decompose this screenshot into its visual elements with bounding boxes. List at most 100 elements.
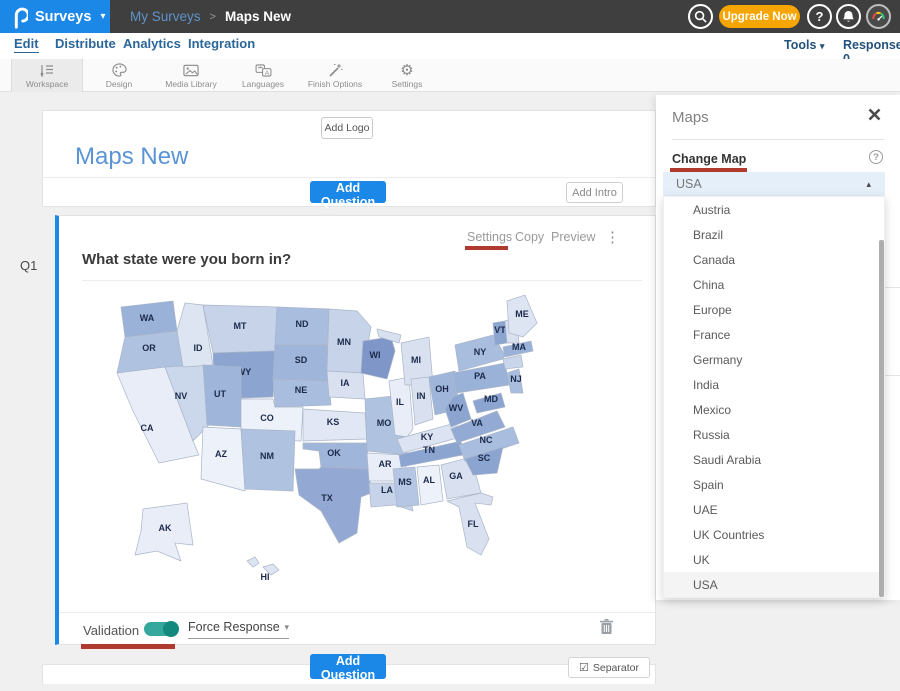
account-menu[interactable] bbox=[866, 4, 891, 29]
map-option-uae[interactable]: UAE bbox=[664, 497, 884, 522]
state-label-VA: VA bbox=[471, 418, 483, 428]
toolbar-item-media-library[interactable]: Media Library bbox=[155, 59, 227, 92]
state-HI bbox=[247, 557, 259, 567]
toolbar-item-design[interactable]: Design bbox=[83, 59, 155, 92]
toggle-knob bbox=[163, 621, 179, 637]
map-option-germany[interactable]: Germany bbox=[664, 347, 884, 372]
trash-icon bbox=[600, 619, 613, 635]
tab-integration[interactable]: Integration bbox=[188, 36, 255, 51]
force-response-dropdown[interactable]: Force Response ▾ bbox=[188, 620, 289, 639]
toolbar-item-settings[interactable]: ⚙ Settings bbox=[371, 59, 443, 92]
add-question-button-bottom[interactable]: Add Question bbox=[310, 654, 386, 679]
panel-divider bbox=[672, 139, 884, 140]
palette-icon bbox=[112, 63, 127, 78]
state-label-MA: MA bbox=[512, 342, 526, 352]
question-mark-icon: ? bbox=[816, 9, 824, 24]
map-option-europe[interactable]: Europe bbox=[664, 297, 884, 322]
breadcrumb-separator: > bbox=[210, 11, 216, 23]
bell-icon bbox=[842, 10, 855, 24]
change-map-help-button[interactable]: ? bbox=[869, 150, 883, 164]
product-name: Surveys bbox=[35, 9, 91, 25]
separator-button[interactable]: ☑ Separator bbox=[568, 657, 650, 678]
map-option-russia[interactable]: Russia bbox=[664, 422, 884, 447]
annotation-underline-settings bbox=[465, 246, 508, 250]
state-label-MO: MO bbox=[377, 418, 392, 428]
search-button[interactable] bbox=[688, 4, 713, 29]
dropdown-scrollbar[interactable] bbox=[879, 240, 884, 597]
editor-toolbar: Workspace Design Media Library A Languag… bbox=[0, 59, 900, 92]
breadcrumb-current: Maps New bbox=[225, 9, 291, 24]
chevron-up-icon: ▴ bbox=[866, 179, 871, 190]
state-label-NJ: NJ bbox=[510, 374, 522, 384]
help-button[interactable]: ? bbox=[807, 4, 832, 29]
state-label-OR: OR bbox=[142, 343, 156, 353]
tab-analytics[interactable]: Analytics bbox=[123, 36, 181, 51]
state-label-ND: ND bbox=[296, 319, 309, 329]
product-menu[interactable]: Surveys ▾ bbox=[0, 0, 110, 33]
state-TX bbox=[295, 467, 371, 543]
breadcrumb-my-surveys[interactable]: My Surveys bbox=[130, 9, 201, 24]
state-label-AR: AR bbox=[379, 459, 392, 469]
map-option-india[interactable]: India bbox=[664, 372, 884, 397]
state-label-NC: NC bbox=[480, 435, 493, 445]
state-AL bbox=[417, 465, 443, 505]
question-copy-link[interactable]: Copy bbox=[515, 230, 544, 244]
card-divider bbox=[43, 177, 655, 178]
question-preview-link[interactable]: Preview bbox=[551, 230, 595, 244]
state-label-AL: AL bbox=[423, 475, 435, 485]
map-option-usa[interactable]: USA bbox=[664, 572, 884, 597]
add-question-button-top[interactable]: Add Question bbox=[310, 181, 386, 203]
state-label-GA: GA bbox=[449, 471, 463, 481]
state-IN bbox=[411, 377, 433, 425]
add-logo-button[interactable]: Add Logo bbox=[321, 117, 373, 139]
tab-distribute[interactable]: Distribute bbox=[55, 36, 116, 51]
map-option-austria[interactable]: Austria bbox=[664, 197, 884, 222]
state-label-VT: VT bbox=[494, 325, 506, 335]
state-label-TN: TN bbox=[423, 445, 435, 455]
question-text[interactable]: What state were you born in? bbox=[82, 251, 642, 281]
state-label-NV: NV bbox=[175, 391, 188, 401]
state-label-SC: SC bbox=[478, 453, 491, 463]
breadcrumb: My Surveys > Maps New bbox=[130, 0, 291, 33]
survey-title[interactable]: Maps New bbox=[75, 143, 188, 171]
map-option-saudi-arabia[interactable]: Saudi Arabia bbox=[664, 447, 884, 472]
map-select[interactable]: USA ▴ bbox=[663, 172, 885, 196]
upgrade-now-button[interactable]: Upgrade Now bbox=[719, 5, 800, 28]
map-option-canada[interactable]: Canada bbox=[664, 247, 884, 272]
notifications-button[interactable] bbox=[836, 4, 861, 29]
map-option-brazil[interactable]: Brazil bbox=[664, 222, 884, 247]
image-icon bbox=[183, 63, 199, 78]
state-label-AK: AK bbox=[159, 523, 172, 533]
state-label-IA: IA bbox=[341, 378, 351, 388]
search-icon bbox=[694, 10, 707, 23]
map-option-spain[interactable]: Spain bbox=[664, 472, 884, 497]
question-settings-link[interactable]: Settings bbox=[467, 230, 512, 244]
top-bar: Surveys ▾ My Surveys > Maps New Upgrade … bbox=[0, 0, 900, 33]
question-more-menu[interactable]: ⋮ bbox=[605, 228, 620, 246]
state-label-KS: KS bbox=[327, 417, 340, 427]
tab-edit[interactable]: Edit bbox=[14, 36, 39, 53]
tools-menu[interactable]: Tools ▾ bbox=[784, 38, 824, 52]
toolbar-item-finish-options[interactable]: Finish Options bbox=[299, 59, 371, 92]
state-label-NM: NM bbox=[260, 451, 274, 461]
validation-toggle[interactable] bbox=[144, 622, 177, 636]
question-footer-divider bbox=[59, 612, 655, 613]
delete-question-button[interactable] bbox=[600, 619, 613, 640]
state-label-NE: NE bbox=[295, 385, 308, 395]
toolbar-item-workspace[interactable]: Workspace bbox=[11, 59, 83, 92]
toolbar-item-languages[interactable]: A Languages bbox=[227, 59, 299, 92]
map-option-uk[interactable]: UK bbox=[664, 547, 884, 572]
state-label-HI: HI bbox=[261, 572, 270, 582]
map-option-china[interactable]: China bbox=[664, 272, 884, 297]
state-label-CA: CA bbox=[141, 423, 154, 433]
map-option-uk-countries[interactable]: UK Countries bbox=[664, 522, 884, 547]
state-label-ID: ID bbox=[194, 343, 204, 353]
state-label-MS: MS bbox=[398, 477, 412, 487]
state-label-MI: MI bbox=[411, 355, 421, 365]
state-label-TX: TX bbox=[321, 493, 333, 503]
panel-close-button[interactable] bbox=[868, 108, 884, 124]
map-option-france[interactable]: France bbox=[664, 322, 884, 347]
add-intro-button[interactable]: Add Intro bbox=[566, 182, 623, 203]
state-label-WA: WA bbox=[140, 313, 155, 323]
map-option-mexico[interactable]: Mexico bbox=[664, 397, 884, 422]
